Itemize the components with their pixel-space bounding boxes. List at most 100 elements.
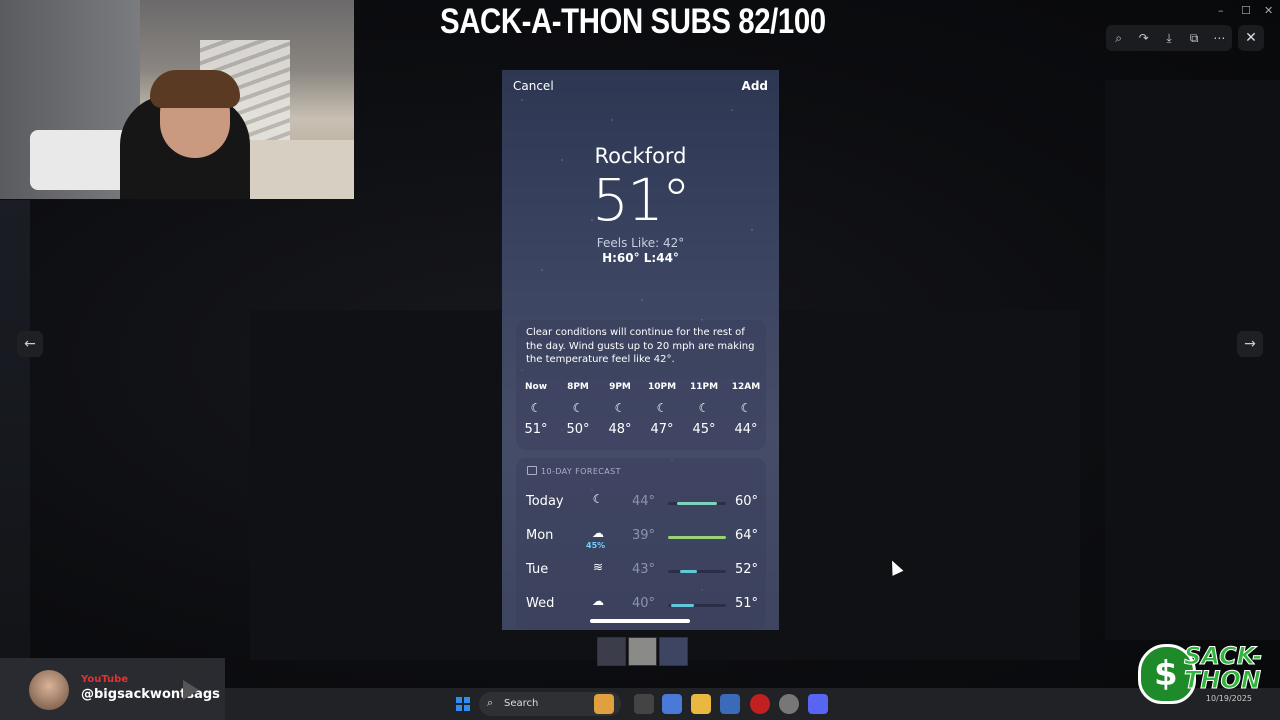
moon-icon: ☾ — [698, 401, 710, 415]
moon-icon: ☾ — [614, 401, 626, 415]
hour-label: 10PM — [647, 382, 677, 392]
sackathon-logo: $ SACK- THON — [1138, 638, 1268, 708]
task-view-icon[interactable] — [634, 694, 654, 714]
hour-temp: 44° — [734, 422, 758, 437]
taskbar-search-label: Search — [504, 698, 539, 709]
cloud-icon: ☁ — [592, 594, 604, 608]
precipitation-chance: 45% — [586, 541, 606, 550]
webcam-counter — [240, 140, 354, 199]
moon-icon: ☾ — [740, 401, 752, 415]
discord-member-list — [1105, 80, 1280, 640]
open-external-icon[interactable]: ⧉ — [1184, 31, 1204, 46]
discord-server-rail — [0, 200, 30, 660]
file-explorer-icon[interactable] — [691, 694, 711, 714]
youtube-handle: @bigsackwontsags — [81, 687, 220, 702]
thumbnail[interactable] — [628, 637, 657, 666]
moon-icon: ☾ — [592, 492, 604, 506]
hour-temp: 51° — [524, 422, 548, 437]
hour-label: 11PM — [689, 382, 719, 392]
hour-temp: 45° — [692, 422, 716, 437]
youtube-label: YouTube — [81, 674, 129, 685]
logo-text: SACK- THON — [1183, 644, 1262, 694]
avatar — [29, 670, 69, 710]
more-icon[interactable]: ⋯ — [1209, 31, 1229, 45]
search-icon: ⌕ — [487, 696, 494, 709]
hour-label: 8PM — [567, 382, 589, 392]
temperature-range-fill — [668, 536, 726, 539]
hour-temp: 50° — [566, 422, 590, 437]
youtube-play-icon — [183, 680, 199, 700]
feels-like: Feels Like: 42° — [596, 236, 685, 250]
logo-text-line2: THON — [1183, 666, 1261, 694]
temperature-range-bar — [668, 502, 726, 505]
forecast-high: 51° — [734, 596, 758, 611]
cancel-button[interactable]: Cancel — [513, 79, 554, 93]
moon-icon: ☾ — [572, 401, 584, 415]
temperature-range-bar — [668, 536, 726, 539]
hour-temp: 47° — [650, 422, 674, 437]
forecast-row: Wed ☁ 40° 51° — [526, 594, 758, 618]
windows-start-icon[interactable] — [456, 697, 470, 711]
hour-temp: 48° — [608, 422, 632, 437]
image-thumbnails — [597, 637, 688, 666]
hourly-item: Now ☾ 51° — [516, 382, 556, 437]
hourly-forecast: Now ☾ 51° 8PM ☾ 50° 9PM ☾ 48° 10PM ☾ 47° 11PM ☾ 45… — [516, 382, 766, 437]
forecast-row: Tue ≋ 43° 52° — [526, 560, 758, 584]
current-temperature: 51° — [592, 166, 691, 234]
forecast-row: Today ☾ 44° 60° — [526, 492, 758, 516]
copilot-icon[interactable] — [662, 694, 682, 714]
conditions-summary: Clear conditions will continue for the r… — [526, 327, 755, 365]
moon-icon: ☾ — [656, 401, 668, 415]
maximize-icon[interactable]: ☐ — [1241, 4, 1251, 17]
thumbnail[interactable] — [597, 637, 626, 666]
rain-cloud-icon: ☁ — [592, 526, 604, 540]
store-icon[interactable] — [720, 694, 740, 714]
ten-day-header: 10-DAY FORECAST — [527, 466, 621, 476]
temperature-range-fill — [670, 604, 695, 607]
share-icon[interactable]: ↷ — [1134, 31, 1154, 45]
temperature-range-fill — [679, 570, 697, 573]
forecast-day: Tue — [526, 562, 549, 577]
app-icon[interactable] — [779, 694, 799, 714]
close-viewer-button[interactable]: ✕ — [1238, 25, 1264, 51]
zoom-icon[interactable]: ⌕ — [1109, 31, 1129, 46]
hourly-item: 11PM ☾ 45° — [684, 382, 724, 437]
download-icon[interactable]: ⤓ — [1159, 31, 1179, 46]
opera-icon[interactable] — [750, 694, 770, 714]
window-close-icon[interactable]: ✕ — [1264, 4, 1273, 17]
discord-icon[interactable] — [808, 694, 828, 714]
add-button[interactable]: Add — [742, 79, 768, 93]
weather-screenshot: Cancel Add Rockford 51° Feels Like: 42° … — [502, 70, 779, 630]
forecast-day: Mon — [526, 528, 554, 543]
forecast-high: 64° — [734, 528, 758, 543]
moon-icon: ☾ — [530, 401, 542, 415]
hourly-item: 12AM ☾ 44° — [726, 382, 766, 437]
hourly-item: 8PM ☾ 50° — [558, 382, 598, 437]
subathon-title: SACK-A-THON SUBS 82/100 — [440, 2, 826, 41]
wind-icon: ≋ — [592, 560, 604, 574]
temperature-range-bar — [668, 570, 726, 573]
forecast-day: Wed — [526, 596, 555, 611]
calendar-icon — [527, 466, 537, 475]
hour-label: 9PM — [609, 382, 631, 392]
thumbnail-selected[interactable] — [659, 637, 688, 666]
forecast-low: 43° — [632, 562, 656, 577]
hour-label: Now — [524, 382, 548, 392]
webcam-streamer-hair — [150, 70, 240, 108]
city-name: Rockford — [594, 144, 687, 168]
minimize-icon[interactable]: – — [1218, 4, 1224, 17]
widgets-icon[interactable] — [594, 694, 614, 714]
image-viewer-toolbar: ⌕ ↷ ⤓ ⧉ ⋯ — [1106, 25, 1232, 51]
forecast-row: Mon ☁ 45% 39° 64° — [526, 526, 758, 550]
next-image-button[interactable]: → — [1237, 331, 1263, 357]
previous-image-button[interactable]: ← — [17, 331, 43, 357]
hour-label: 12AM — [731, 382, 761, 392]
ten-day-header-label: 10-DAY FORECAST — [541, 467, 621, 476]
temperature-range-bar — [668, 604, 726, 607]
forecast-high: 60° — [734, 494, 758, 509]
webcam-feed — [0, 0, 354, 199]
dollar-icon: $ — [1154, 654, 1178, 694]
forecast-low: 40° — [632, 596, 656, 611]
forecast-day: Today — [526, 494, 564, 509]
high-low: H:60° L:44° — [602, 251, 679, 265]
